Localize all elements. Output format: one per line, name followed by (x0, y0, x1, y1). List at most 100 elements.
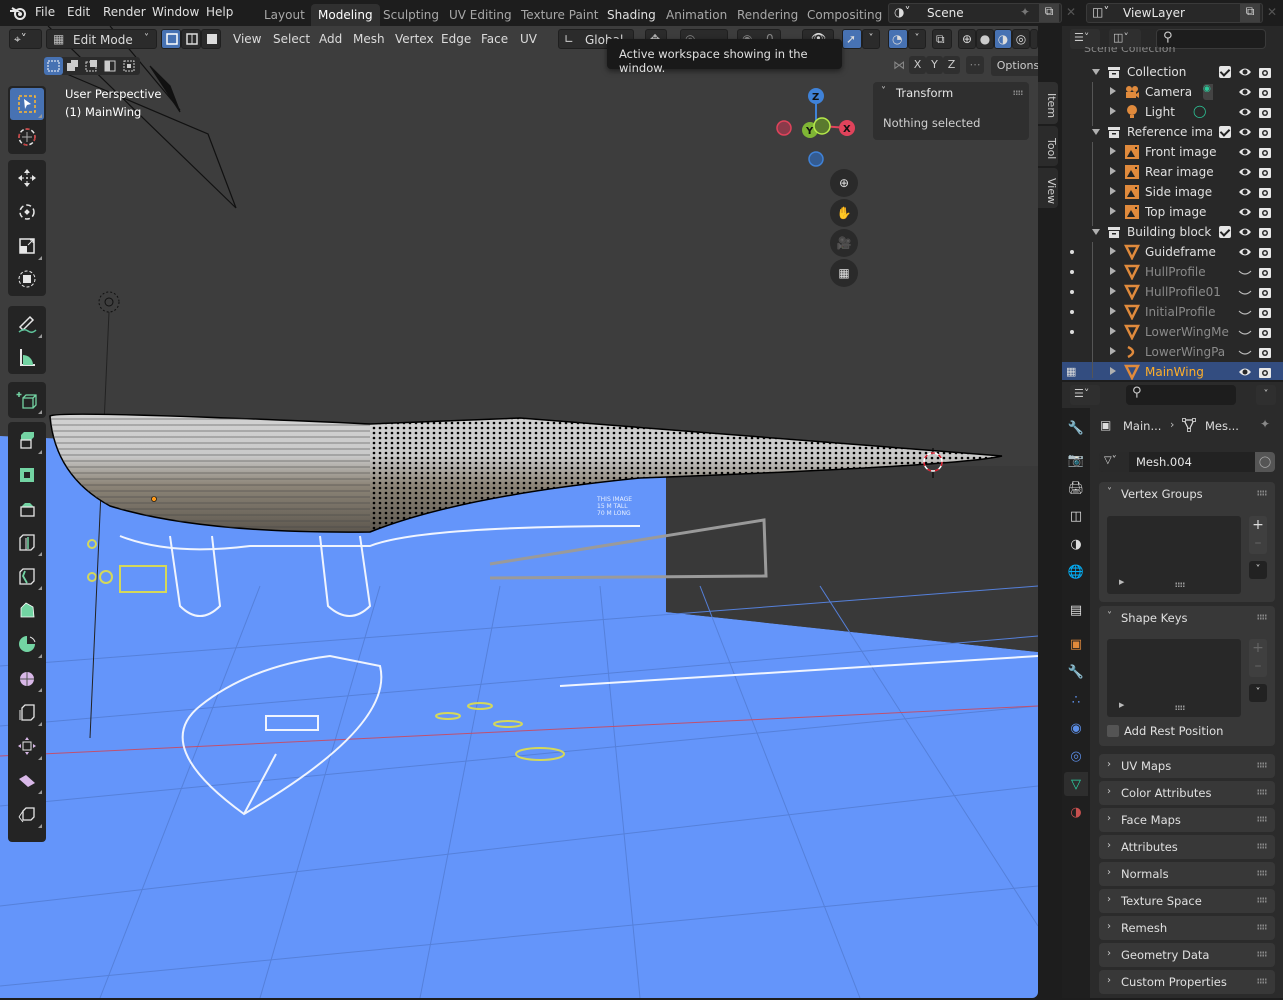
panel-header[interactable]: › Texture Space (1099, 889, 1275, 913)
render-camera-icon[interactable] (1258, 345, 1272, 359)
outliner-row-front-image[interactable]: Front image (1062, 142, 1283, 162)
tool-move[interactable] (10, 162, 44, 194)
render-camera-icon[interactable] (1258, 245, 1272, 259)
pin-icon[interactable]: ✦ (1260, 417, 1270, 431)
eye-icon[interactable] (1238, 65, 1252, 79)
tool-rotate[interactable] (10, 196, 44, 228)
3d-viewport[interactable]: THIS IMAGE 15 M TALL 70 M LONG ⌖˅ ▦ Edit… (0, 26, 1038, 998)
select-extend-button[interactable] (63, 57, 82, 75)
drag-handle-icon[interactable] (1013, 90, 1023, 95)
outliner-row-mainwing[interactable]: ▦ MainWing (1062, 362, 1283, 380)
select-intersect-button[interactable] (120, 57, 139, 75)
eye-icon[interactable] (1238, 85, 1252, 99)
menu-edit[interactable]: Edit (67, 5, 90, 19)
shading-dropdown[interactable] (1030, 29, 1038, 49)
menu-add[interactable]: Add (319, 32, 342, 46)
remove-vertex-group-button[interactable]: – (1249, 534, 1267, 552)
add-rest-position-checkbox[interactable] (1107, 725, 1119, 737)
exclude-checkbox[interactable] (1219, 226, 1231, 238)
tool-select-box[interactable] (10, 88, 44, 120)
panel-custom-properties[interactable]: › Custom Properties (1099, 970, 1275, 994)
tool-add-cube[interactable] (10, 384, 44, 416)
edge-select-mode[interactable] (181, 29, 201, 49)
eye-icon[interactable] (1238, 105, 1252, 119)
tab-shading[interactable]: Shading (600, 4, 663, 26)
tool-extrude-region[interactable] (10, 424, 44, 456)
tool-poly-build[interactable] (10, 594, 44, 626)
shape-keys-header[interactable]: ˅ Shape Keys (1099, 606, 1275, 630)
properties-tab-object[interactable]: ▣ (1064, 632, 1088, 656)
mirror-x-toggle[interactable]: X (909, 56, 926, 74)
vertex-select-mode[interactable] (161, 29, 181, 49)
menu-uv[interactable]: UV (520, 32, 537, 46)
panel-attributes[interactable]: › Attributes (1099, 835, 1275, 859)
expand-arrow-icon[interactable] (1110, 287, 1116, 295)
menu-help[interactable]: Help (206, 5, 233, 19)
menu-render[interactable]: Render (103, 5, 146, 19)
expand-arrow-icon[interactable] (1110, 347, 1116, 355)
zoom-view-button[interactable]: ⊕ (830, 169, 858, 197)
menu-face[interactable]: Face (481, 32, 508, 46)
eye-closed-icon[interactable] (1238, 285, 1252, 299)
properties-tab-output[interactable]: 🖨 (1064, 476, 1088, 500)
tool-spin[interactable] (10, 628, 44, 660)
render-camera-icon[interactable] (1258, 205, 1272, 219)
properties-tab-modifiers[interactable]: 🔧 (1064, 660, 1088, 684)
outliner-editor-type[interactable]: ☰˅ (1070, 29, 1100, 49)
camera-view-button[interactable]: 🎥 (830, 229, 858, 257)
outliner-row-initialprofile[interactable]: InitialProfile (1062, 302, 1283, 322)
tab-layout[interactable]: Layout (257, 4, 312, 26)
tool-shrink-fatten[interactable] (10, 730, 44, 762)
eye-icon[interactable] (1238, 365, 1252, 379)
render-camera-icon[interactable] (1258, 365, 1272, 379)
collapse-arrow-icon[interactable] (1092, 69, 1100, 75)
n-tab-view[interactable]: View (1038, 168, 1058, 208)
fake-user-button[interactable]: ◯ (1255, 452, 1275, 472)
xray-toggle[interactable]: ⧉ (932, 29, 952, 49)
properties-tab-physics[interactable]: ◉ (1064, 716, 1088, 740)
eye-icon[interactable] (1238, 225, 1252, 239)
drag-handle-icon[interactable] (1257, 789, 1267, 795)
tool-measure[interactable] (10, 341, 44, 373)
edit-mode-icon[interactable]: ▦ (1066, 365, 1076, 378)
menu-vertex[interactable]: Vertex (395, 32, 434, 46)
drag-handle-icon[interactable] (1257, 490, 1267, 496)
resize-grip-icon[interactable] (1175, 582, 1185, 587)
chevron-down-icon[interactable]: ˅ (881, 86, 886, 97)
eye-icon[interactable] (1238, 245, 1252, 259)
menu-edge[interactable]: Edge (441, 32, 471, 46)
properties-options-dropdown[interactable]: ˅ (1256, 385, 1276, 405)
expand-arrow-icon[interactable] (1110, 107, 1116, 115)
exclude-checkbox[interactable] (1219, 66, 1231, 78)
expand-arrow-icon[interactable] (1110, 327, 1116, 335)
toggle-perspective-button[interactable]: ▦ (830, 259, 858, 287)
expand-filter-icon[interactable]: ▶ (1119, 701, 1124, 709)
render-camera-icon[interactable] (1258, 65, 1272, 79)
tab-modeling[interactable]: Modeling (311, 4, 380, 26)
resize-grip-icon[interactable] (1175, 705, 1185, 710)
n-tab-item[interactable]: Item (1038, 82, 1058, 124)
browse-mesh-button[interactable]: ▽˅ (1099, 452, 1129, 472)
drag-handle-icon[interactable] (1257, 951, 1267, 957)
gizmo-dropdown[interactable]: ˅ (862, 29, 880, 49)
scene-collection-row[interactable]: Scene Collection (1084, 47, 1175, 55)
vertex-groups-list[interactable]: ▶ (1107, 516, 1241, 594)
collapse-arrow-icon[interactable] (1092, 229, 1100, 235)
camera-data-icon[interactable]: ◉ (1203, 84, 1213, 100)
tool-knife[interactable] (10, 560, 44, 592)
outliner-row-collection[interactable]: Collection (1062, 62, 1283, 82)
panel-header[interactable]: › Remesh (1099, 916, 1275, 940)
shape-keys-list[interactable]: ▶ (1107, 639, 1241, 717)
tool-scale[interactable] (10, 230, 44, 262)
tool-edge-slide[interactable] (10, 696, 44, 728)
render-camera-icon[interactable] (1258, 305, 1272, 319)
add-shape-key-button[interactable]: + (1249, 639, 1267, 657)
expand-arrow-icon[interactable] (1110, 187, 1116, 195)
delete-view-layer-icon[interactable]: ✕ (1267, 5, 1277, 19)
outliner-row-camera[interactable]: Camera ◉ (1062, 82, 1283, 102)
outliner-row-light[interactable]: Light ◯ (1062, 102, 1283, 122)
outliner-row-lowerwingme[interactable]: LowerWingMe (1062, 322, 1283, 342)
properties-tab-view-layer[interactable]: ◫ (1064, 504, 1088, 528)
blender-logo-icon[interactable] (9, 5, 27, 21)
exclude-checkbox[interactable] (1219, 126, 1231, 138)
